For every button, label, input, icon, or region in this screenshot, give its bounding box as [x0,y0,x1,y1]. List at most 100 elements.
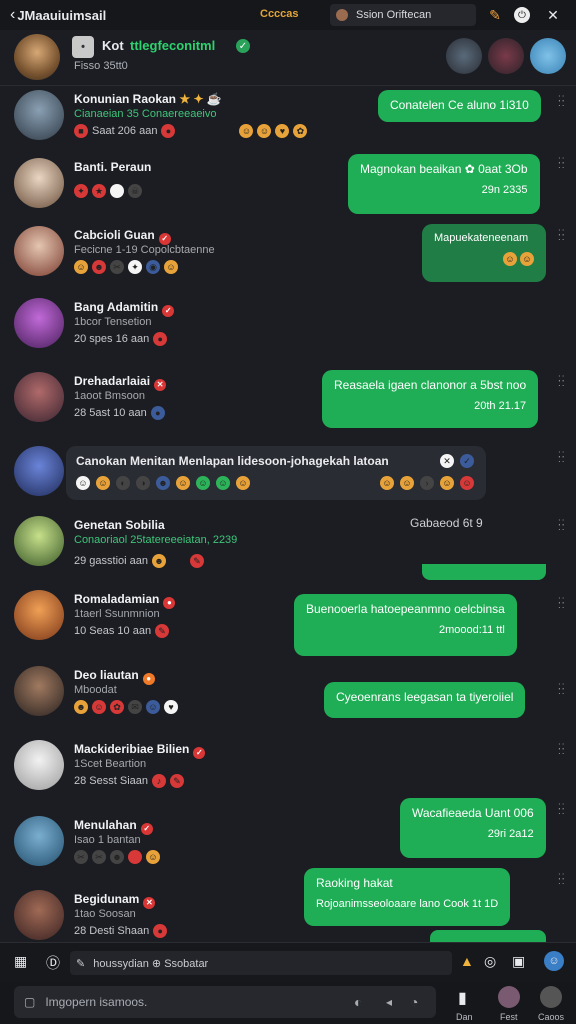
header-name: Kot [102,38,124,53]
nav-label[interactable]: Dan [456,1012,473,1022]
contact-name: Bang Adamitin ✓ [74,300,175,317]
list-item[interactable]: Bang Adamitin ✓ 1bcor Tensetion 20 spes 1… [0,294,576,366]
contact-name: Banti. Peraun [74,160,152,174]
check-icon[interactable]: ✓ [460,454,474,468]
time-right: Gabaeod 6t 9 [410,516,483,530]
contact-sub: 1aoot Bmsoon [74,390,145,402]
message-bubble[interactable]: Buenooerla hatoepeanmno oelcbinsa 2moood:… [294,594,517,656]
contact-sub: 1bcor Tensetion [74,316,152,328]
more-icon[interactable]: :::: [558,802,568,818]
message-bubble[interactable]: Magnokan beaikan ✿ 0aat 3Ob 29n 2335 [348,154,540,214]
search-text: Ssion Oriftecan [356,9,432,21]
contact-sub: Cianaeian 35 Conaereeaeivo [74,108,217,120]
avatar [14,158,64,208]
emoji-icon[interactable]: ☻ [156,476,170,490]
nav-label[interactable]: Caoos [538,1012,564,1022]
contact-meta: ✂ ✂ ☻ ☺ [74,850,160,864]
more-icon[interactable]: :::: [558,228,568,244]
message-bubble[interactable]: Cyeoenrans leegasan ta tiyeroiiel [324,682,526,718]
message-bubble[interactable]: Wacafieaeda Uant 006 29ri 2a12 [400,798,546,858]
emoji-icon[interactable]: ☺ [440,476,454,490]
contact-name: Deo liautan ● [74,668,155,685]
more-icon[interactable]: :::: [558,872,568,888]
more-icon[interactable]: :::: [558,156,568,172]
member-avatar-3[interactable] [530,38,566,74]
contact-meta: 10 Seas 10 aan ✎ [74,624,170,638]
mic-icon[interactable]: ◔ [410,994,418,1010]
more-icon[interactable]: :::: [558,682,568,698]
grid-icon[interactable]: ▦ [14,953,27,970]
bottom-bar: ▢ Imgopern isamoos. ◐ ◂ ◔ ▮ Dan Fest Cao… [0,982,576,1024]
list-item[interactable]: Konunian Raokan ★ ✦ ☕ Cianaeian 35 Conae… [0,86,576,158]
contact-meta: 20 spes 16 aan ● [74,332,168,346]
popup-text: Canokan Menitan Menlapan lidesoon-johage… [76,454,389,468]
avatar [14,816,64,866]
more-icon[interactable]: :::: [558,518,568,534]
compose-toolbar: ▦ Ⓓ ✎ houssydian ⊕ Ssobatar ▲ ◎ ▣ ☺ [0,942,576,982]
message-bubble[interactable]: Mapuekateneenam ☺ ☺ [422,224,546,282]
nav-label[interactable]: Fest [500,1012,518,1022]
reaction-popup[interactable]: Canokan Menitan Menlapan lidesoon-johage… [66,446,486,500]
close-icon[interactable]: ✕ [440,454,454,468]
header-avatar[interactable] [14,34,60,80]
contact-meta: 28 Desti Shaan ● [74,924,168,938]
message-input[interactable]: ▢ Imgopern isamoos. ◐ ◂ ◔ [14,986,436,1018]
emoji-icon[interactable]: ☺ [76,476,90,490]
more-icon[interactable]: :::: [558,374,568,390]
list-item[interactable]: Genetan Sobilia Conaoriaol 25tatereeeiat… [0,512,576,584]
list-item[interactable]: Cabcioli Guan ✓ Fecicne 1-19 Copolcbtaenn… [0,222,576,294]
image-icon[interactable]: ▣ [512,953,525,970]
nav-avatar[interactable] [498,986,520,1008]
member-avatar-1[interactable] [446,38,482,74]
avatar [14,666,64,716]
sticker-icon[interactable]: ◎ [484,953,496,970]
nav-avatar[interactable] [540,986,562,1008]
message-bubble[interactable] [422,564,546,580]
nav-icon[interactable]: ▮ [458,988,467,1008]
avatar [14,226,64,276]
more-icon[interactable]: :::: [558,94,568,110]
badge-label[interactable]: Ccccas [260,8,299,20]
emoji-icon[interactable]: ☺ [216,476,230,490]
avatar [14,298,64,348]
emoji-icon[interactable]: ☺ [460,476,474,490]
list-item[interactable]: Drehadarlaiai ✕ 1aoot Bmsoon 28 5ast 10 a… [0,368,576,440]
search-box[interactable]: Ssion Oriftecan [330,4,476,26]
back-icon[interactable]: ‹ [10,6,15,24]
avatar[interactable]: ☺ [544,951,564,971]
emoji-icon[interactable]: ☺ [236,476,250,490]
emoji-icon[interactable]: ☺ [96,476,110,490]
emoji-icon[interactable]: ☺ [380,476,394,490]
more-icon[interactable]: :::: [558,742,568,758]
more-icon[interactable]: :::: [558,596,568,612]
more-icon[interactable]: :::: [558,450,568,466]
close-icon[interactable]: ✕ [544,6,562,24]
message-bubble[interactable]: Conatelen Ce aluno 1i310 [378,90,541,122]
compose-field[interactable]: ✎ houssydian ⊕ Ssobatar [70,951,452,975]
avatar [14,372,64,422]
contact-meta: ☻ ☺ ✿ ✉ ☺ ♥ [74,700,178,714]
attach-icon[interactable]: ▢ [24,995,35,1009]
emoji-icon[interactable]: ☺ [400,476,414,490]
bell-icon[interactable]: ▲ [460,953,474,969]
member-avatar-2[interactable] [488,38,524,74]
list-item[interactable]: Romaladamian ● 1taerl Ssunmnion 10 Seas 1… [0,586,576,658]
emoji-icon[interactable]: › [420,476,434,490]
emoji-icon[interactable]: ☺ [176,476,190,490]
list-item[interactable]: Deo liautan ● Mboodat ☻ ☺ ✿ ✉ ☺ ♥ Cyeoenrans l… [0,662,576,734]
avatar [14,446,64,496]
contact-name: Begidunam ✕ [74,892,156,909]
pin-icon[interactable]: ✎ [486,6,504,24]
emoji-icon[interactable]: ☺ [196,476,210,490]
message-bubble[interactable]: Raoking hakat Rojoanimsseoloaare lano Coo… [304,868,511,926]
contact-name: Mackideribiae Bilien ✓ [74,742,206,759]
history-icon[interactable]: ⏻ [514,7,530,23]
send-icon[interactable]: ◂ [386,995,392,1009]
emoji-icon[interactable]: ◑ [136,476,150,490]
message-bubble[interactable]: Reasaela igaen clanonor a 5bst noo 20th 2… [322,370,539,428]
emoji-icon[interactable]: ◐ [354,994,362,1010]
list-item[interactable]: Banti. Peraun ✦ ★ ☠ Magnokan beaikan ✿ 0aa… [0,154,576,226]
header-sub: Fisso 35tt0 [74,60,128,72]
gif-icon[interactable]: Ⓓ [46,953,60,973]
emoji-icon[interactable]: ◐ [116,476,130,490]
